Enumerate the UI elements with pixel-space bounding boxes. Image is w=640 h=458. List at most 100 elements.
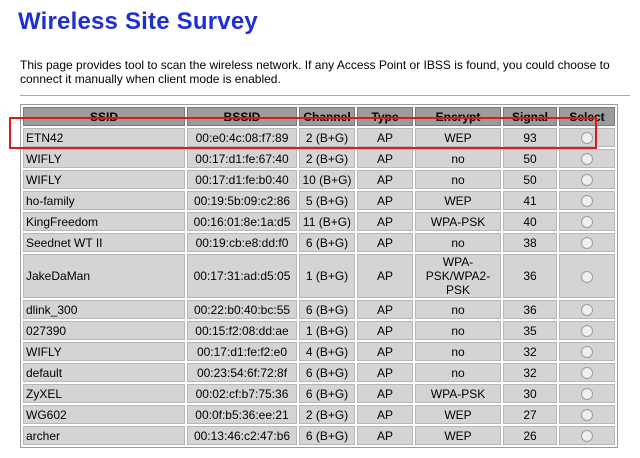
cell-ssid: default	[23, 363, 185, 382]
select-radio-button[interactable]	[581, 174, 593, 187]
cell-ssid: Seednet WT II	[23, 233, 185, 252]
cell-ssid: ZyXEL	[23, 384, 185, 403]
cell-select	[559, 233, 615, 252]
cell-bssid: 00:17:31:ad:d5:05	[187, 254, 297, 298]
cell-signal: 30	[503, 384, 557, 403]
cell-ssid: dlink_300	[23, 300, 185, 319]
cell-signal: 35	[503, 321, 557, 340]
cell-bssid: 00:15:f2:08:dd:ae	[187, 321, 297, 340]
cell-select	[559, 384, 615, 403]
cell-encrypt: no	[415, 363, 501, 382]
cell-type: AP	[357, 149, 413, 168]
cell-signal: 40	[503, 212, 557, 231]
cell-ssid: WG602	[23, 405, 185, 424]
cell-channel: 2 (B+G)	[299, 149, 355, 168]
select-radio-button[interactable]	[581, 237, 593, 250]
select-radio-button[interactable]	[581, 409, 593, 422]
select-radio-button[interactable]	[581, 195, 593, 208]
cell-encrypt: no	[415, 233, 501, 252]
table-row: ETN42 00:e0:4c:08:f7:89 2 (B+G) AP WEP 93	[23, 128, 615, 147]
table-row: WIFLY 00:17:d1:fe:f2:e0 4 (B+G) AP no 32	[23, 342, 615, 361]
cell-channel: 1 (B+G)	[299, 321, 355, 340]
table-row: JakeDaMan 00:17:31:ad:d5:05 1 (B+G) AP WPA-P…	[23, 254, 615, 298]
select-radio-button[interactable]	[581, 270, 593, 283]
cell-ssid: ho-family	[23, 191, 185, 210]
cell-encrypt: WEP	[415, 426, 501, 445]
select-radio-button[interactable]	[581, 388, 593, 401]
table-row: ho-family 00:19:5b:09:c2:86 5 (B+G) AP WEP 41	[23, 191, 615, 210]
cell-bssid: 00:19:5b:09:c2:86	[187, 191, 297, 210]
table-row: Seednet WT II 00:19:cb:e8:dd:f0 6 (B+G) AP n…	[23, 233, 615, 252]
cell-channel: 6 (B+G)	[299, 384, 355, 403]
cell-encrypt: WEP	[415, 191, 501, 210]
cell-channel: 5 (B+G)	[299, 191, 355, 210]
cell-type: AP	[357, 405, 413, 424]
divider	[20, 95, 630, 96]
cell-type: AP	[357, 426, 413, 445]
cell-channel: 6 (B+G)	[299, 300, 355, 319]
cell-select	[559, 170, 615, 189]
cell-type: AP	[357, 300, 413, 319]
cell-select	[559, 212, 615, 231]
cell-type: AP	[357, 363, 413, 382]
cell-bssid: 00:19:cb:e8:dd:f0	[187, 233, 297, 252]
cell-bssid: 00:16:01:8e:1a:d5	[187, 212, 297, 231]
select-radio-button[interactable]	[581, 346, 593, 359]
select-radio-button[interactable]	[581, 325, 593, 338]
cell-type: AP	[357, 384, 413, 403]
select-radio-button[interactable]	[581, 304, 593, 317]
cell-type: AP	[357, 170, 413, 189]
cell-ssid: archer	[23, 426, 185, 445]
col-ssid-header: SSID	[23, 107, 185, 126]
col-bssid-header: BSSID	[187, 107, 297, 126]
select-radio-button[interactable]	[581, 430, 593, 443]
cell-ssid: ETN42	[23, 128, 185, 147]
cell-bssid: 00:e0:4c:08:f7:89	[187, 128, 297, 147]
cell-ssid: WIFLY	[23, 149, 185, 168]
select-radio-button[interactable]	[581, 216, 593, 229]
cell-bssid: 00:17:d1:fe:67:40	[187, 149, 297, 168]
page-title: Wireless Site Survey	[18, 8, 258, 35]
table-row: KingFreedom 00:16:01:8e:1a:d5 11 (B+G) AP WP…	[23, 212, 615, 231]
cell-encrypt: no	[415, 321, 501, 340]
cell-channel: 2 (B+G)	[299, 128, 355, 147]
cell-signal: 50	[503, 149, 557, 168]
table-header-row: SSID BSSID Channel Type Encrypt Signal S…	[23, 107, 615, 126]
cell-type: AP	[357, 254, 413, 298]
col-select-header: Select	[559, 107, 615, 126]
table-row: 027390 00:15:f2:08:dd:ae 1 (B+G) AP no 35	[23, 321, 615, 340]
cell-encrypt: WEP	[415, 128, 501, 147]
cell-signal: 38	[503, 233, 557, 252]
cell-select	[559, 149, 615, 168]
cell-select	[559, 426, 615, 445]
select-radio-button[interactable]	[581, 367, 593, 380]
site-survey-table: SSID BSSID Channel Type Encrypt Signal S…	[20, 104, 618, 448]
select-radio-button[interactable]	[581, 153, 593, 166]
col-channel-header: Channel	[299, 107, 355, 126]
cell-select	[559, 321, 615, 340]
cell-signal: 27	[503, 405, 557, 424]
cell-type: AP	[357, 342, 413, 361]
cell-ssid: 027390	[23, 321, 185, 340]
page-description: This page provides tool to scan the wire…	[20, 58, 610, 86]
cell-type: AP	[357, 191, 413, 210]
cell-bssid: 00:13:46:c2:47:b6	[187, 426, 297, 445]
cell-bssid: 00:02:cf:b7:75:36	[187, 384, 297, 403]
cell-signal: 32	[503, 363, 557, 382]
cell-bssid: 00:17:d1:fe:b0:40	[187, 170, 297, 189]
cell-channel: 4 (B+G)	[299, 342, 355, 361]
cell-signal: 50	[503, 170, 557, 189]
col-signal-header: Signal	[503, 107, 557, 126]
table-row: WIFLY 00:17:d1:fe:b0:40 10 (B+G) AP no 50	[23, 170, 615, 189]
cell-signal: 32	[503, 342, 557, 361]
cell-ssid: KingFreedom	[23, 212, 185, 231]
cell-encrypt: WPA-PSK	[415, 384, 501, 403]
select-radio-button[interactable]	[581, 132, 593, 145]
table-row: WIFLY 00:17:d1:fe:67:40 2 (B+G) AP no 50	[23, 149, 615, 168]
cell-select	[559, 191, 615, 210]
cell-channel: 6 (B+G)	[299, 426, 355, 445]
cell-signal: 36	[503, 254, 557, 298]
cell-signal: 93	[503, 128, 557, 147]
cell-ssid: WIFLY	[23, 342, 185, 361]
cell-channel: 1 (B+G)	[299, 254, 355, 298]
